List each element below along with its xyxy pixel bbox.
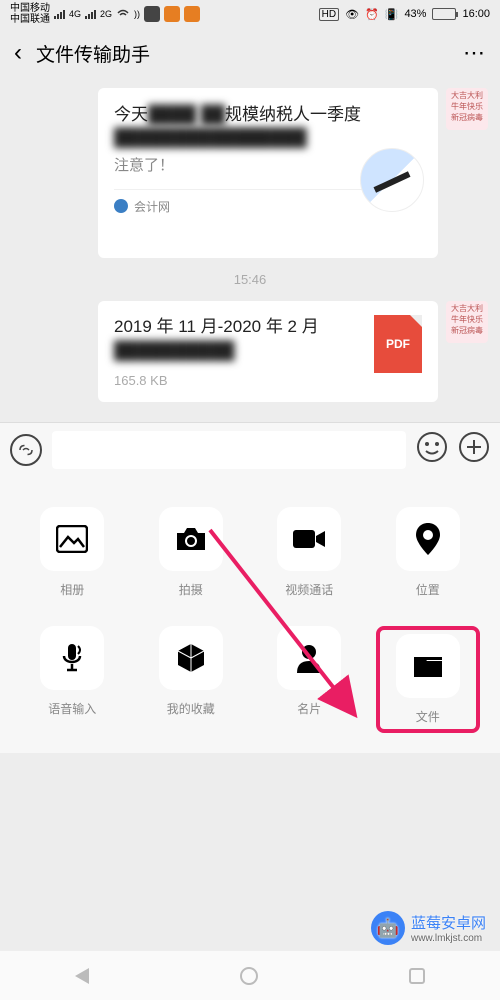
file-title: 2019 年 11 月-2020 年 2 月 ██████████ — [114, 315, 364, 363]
nav-home[interactable] — [240, 967, 258, 985]
alarm-icon: ⏰ — [365, 8, 379, 21]
avatar[interactable]: 大吉大利 牛年快乐 新冠病毒 — [446, 88, 488, 130]
more-button[interactable]: ⋯ — [463, 40, 486, 66]
pdf-icon: PDF — [374, 315, 422, 373]
watermark: 🤖 蓝莓安卓网 www.lmkjst.com — [371, 911, 486, 945]
net2: 2G — [100, 9, 112, 19]
timestamp: 15:46 — [12, 272, 488, 287]
status-left: 中国移动 中国联通 4G 2G )) — [10, 3, 200, 25]
attach-file[interactable]: 文件 — [384, 634, 473, 725]
person-icon — [296, 643, 322, 673]
file-bubble[interactable]: 2019 年 11 月-2020 年 2 月 ██████████ 165.8 … — [98, 301, 438, 402]
attach-video[interactable]: 视频通话 — [257, 507, 362, 598]
app-icon-1 — [144, 6, 160, 22]
source-label: 会计网 — [134, 198, 170, 215]
clock: 16:00 — [462, 8, 490, 20]
page-title: 文件传输助手 — [36, 40, 463, 67]
attach-label: 视频通话 — [285, 581, 333, 598]
app-icon-2 — [164, 6, 180, 22]
message-row: 2019 年 11 月-2020 年 2 月 ██████████ 165.8 … — [12, 301, 488, 402]
attach-gallery[interactable]: 相册 — [20, 507, 125, 598]
video-icon — [292, 527, 326, 551]
battery-icon — [432, 8, 456, 20]
signal-icon-2 — [85, 9, 96, 19]
attach-label: 我的收藏 — [167, 700, 215, 717]
attachment-grid: 相册 拍摄 视频通话 位置 语音输入 我的收藏 名片 — [20, 507, 480, 733]
file-info: 2019 年 11 月-2020 年 2 月 ██████████ 165.8 … — [114, 315, 364, 388]
nav-back[interactable] — [75, 968, 89, 984]
input-bar — [0, 422, 500, 477]
cube-icon — [176, 642, 206, 674]
wifi-icon — [116, 8, 130, 20]
avatar[interactable]: 大吉大利 牛年快乐 新冠病毒 — [446, 301, 488, 343]
article-line2: ████████████████ — [114, 128, 307, 148]
mic-icon — [60, 642, 84, 674]
app-icon-3 — [184, 6, 200, 22]
attach-label: 拍摄 — [179, 581, 203, 598]
plus-button[interactable] — [458, 431, 490, 468]
voice-button[interactable] — [10, 434, 42, 466]
net1: 4G — [69, 9, 81, 19]
carrier2: 中国联通 — [10, 14, 50, 25]
carrier-labels: 中国移动 中国联通 — [10, 3, 50, 25]
attach-favorites[interactable]: 我的收藏 — [139, 626, 244, 733]
attachment-panel: 相册 拍摄 视频通话 位置 语音输入 我的收藏 名片 — [0, 477, 500, 753]
article-thumbnail — [360, 148, 424, 212]
status-right: HD 👁 ⏰ 📳 43% 16:00 — [319, 8, 490, 21]
gallery-icon — [56, 525, 88, 553]
watermark-url: www.lmkjst.com — [411, 933, 486, 944]
hd-indicator: HD — [319, 8, 339, 21]
article-title: 今天████ ██规模纳税人一季度 — [114, 102, 422, 128]
source-icon — [114, 199, 128, 213]
location-icon — [416, 523, 440, 555]
attach-label: 名片 — [297, 700, 321, 717]
chat-header: ‹ 文件传输助手 ⋯ — [0, 28, 500, 78]
watermark-icon: 🤖 — [371, 911, 405, 945]
volte-icon: )) — [134, 9, 140, 19]
carrier1: 中国移动 — [10, 3, 50, 14]
highlight-annotation: 文件 — [376, 626, 481, 733]
attach-label: 文件 — [416, 708, 440, 725]
back-button[interactable]: ‹ — [14, 39, 22, 67]
message-row: 今天████ ██规模纳税人一季度 ████████████████ 注意了！ … — [12, 88, 488, 258]
attach-voice[interactable]: 语音输入 — [20, 626, 125, 733]
status-bar: 中国移动 中国联通 4G 2G )) HD 👁 ⏰ 📳 43% 16:00 — [0, 0, 500, 28]
nav-recents[interactable] — [409, 968, 425, 984]
watermark-name: 蓝莓安卓网 — [411, 915, 486, 932]
folder-icon — [412, 653, 444, 679]
article-bubble[interactable]: 今天████ ██规模纳税人一季度 ████████████████ 注意了！ … — [98, 88, 438, 258]
attach-label: 位置 — [416, 581, 440, 598]
emoji-button[interactable] — [416, 431, 448, 468]
eye-icon: 👁 — [345, 8, 359, 21]
attach-label: 相册 — [60, 581, 84, 598]
system-nav — [0, 950, 500, 1000]
camera-icon — [174, 525, 208, 553]
attach-location[interactable]: 位置 — [376, 507, 481, 598]
attach-camera[interactable]: 拍摄 — [139, 507, 244, 598]
attach-contact[interactable]: 名片 — [257, 626, 362, 733]
battery-pct: 43% — [404, 8, 426, 20]
message-input[interactable] — [52, 431, 406, 469]
file-size: 165.8 KB — [114, 373, 364, 388]
vibrate-icon: 📳 — [385, 8, 399, 21]
signal-icon — [54, 9, 65, 19]
chat-area: 今天████ ██规模纳税人一季度 ████████████████ 注意了！ … — [0, 78, 500, 422]
attach-label: 语音输入 — [48, 700, 96, 717]
